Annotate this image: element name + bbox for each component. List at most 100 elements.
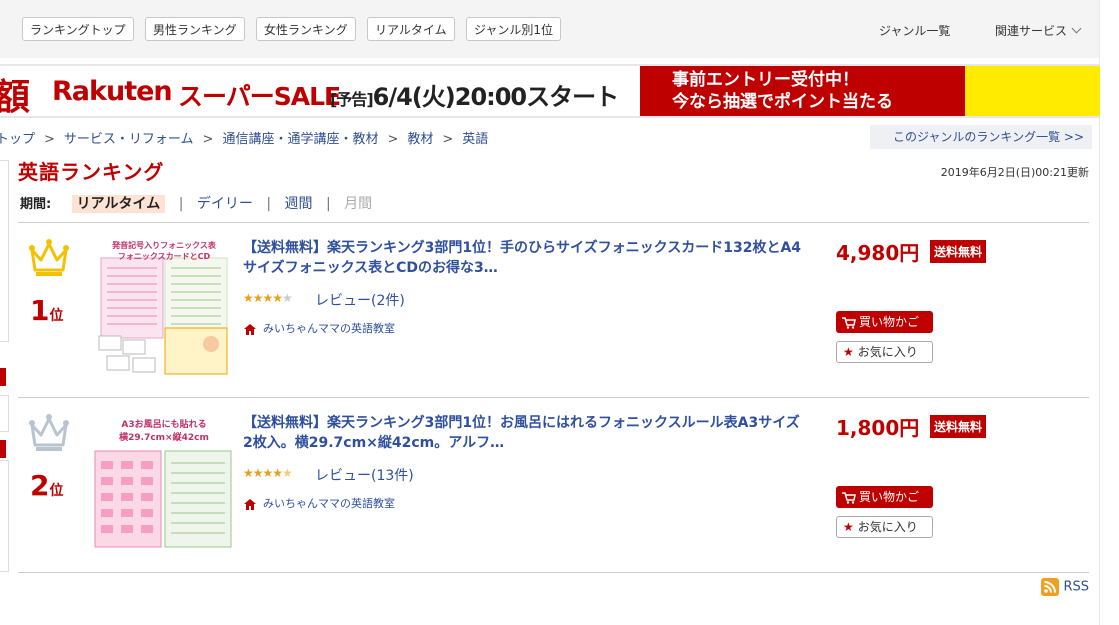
crown-gold-icon [29, 239, 69, 276]
thumb-caption-line2: 横29.7cm×縦42cm [119, 433, 209, 443]
star-icon: ★★★★ [243, 291, 283, 305]
banner-notice: [予告]6/4(火)20:00スタート [330, 77, 619, 112]
shop-name: みいちゃんママの英語教室 [263, 322, 395, 335]
shop-link-2[interactable]: みいちゃんママの英語教室 [243, 495, 395, 511]
rank-number: 2 [30, 469, 50, 502]
banner-promo-line2: 今なら抽選でポイント当たる [672, 92, 893, 112]
period-selector: 期間: リアルタイム | デイリー | 週間 | 月間 [20, 193, 372, 213]
period-sep: | [325, 196, 331, 212]
thumb-caption-2: A3お風呂にも貼れる 横29.7cm×縦42cm [93, 419, 235, 445]
breadcrumb-sep: > [202, 132, 214, 147]
thumb-caption-1: 発音記号入りフォニックス表 フォニックスカードとCD [93, 240, 235, 262]
nav-ranking-top[interactable]: ランキングトップ [22, 17, 134, 41]
breadcrumb-service-reform[interactable]: サービス・リフォーム [64, 132, 194, 147]
review-link-2[interactable]: レビュー(13件) [315, 465, 414, 485]
nav-genre-list[interactable]: ジャンル一覧 [879, 22, 950, 39]
thumb-caption-line1: A3お風呂にも貼れる [121, 420, 207, 430]
tab-weekly[interactable]: 週間 [285, 196, 313, 212]
cart-label: 買い物かご [859, 490, 920, 504]
breadcrumb: トップ > サービス・リフォーム > 通信講座・通学講座・教材 > 教材 > 英語 [0, 128, 488, 147]
breadcrumb-sep: > [442, 132, 454, 147]
divider [18, 222, 1089, 223]
tab-daily[interactable]: デイリー [197, 196, 253, 212]
rank-suffix: 位 [49, 483, 64, 499]
chevron-down-icon [1071, 23, 1082, 34]
nav-related-services[interactable]: 関連サービス [995, 22, 1082, 39]
star-icon: ★ [282, 291, 293, 305]
tab-monthly: 月間 [344, 196, 373, 212]
banner-kanji: 額 [0, 68, 30, 116]
thumb-caption-line1: 発音記号入りフォニックス表 [112, 241, 216, 250]
side-panel-red-tab [0, 440, 6, 458]
scrollbar[interactable] [1099, 0, 1119, 625]
star-half-icon: ★ [282, 466, 293, 480]
tab-realtime[interactable]: リアルタイム [71, 195, 166, 213]
nav-men-ranking[interactable]: 男性ランキング [145, 17, 245, 41]
nav-realtime[interactable]: リアルタイム [367, 17, 455, 41]
banner-promo: 事前エントリー受付中！ 今なら抽選でポイント当たる [640, 66, 965, 116]
breadcrumb-english[interactable]: 英語 [462, 132, 488, 147]
divider [18, 572, 1089, 573]
cart-icon [842, 491, 856, 504]
rss-label: RSS [1063, 579, 1089, 595]
favorite-button-1[interactable]: ★ お気に入り [836, 341, 933, 363]
period-label: 期間: [20, 197, 52, 212]
sale-banner[interactable]: 額 Rakuten スーパーSALE [予告]6/4(火)20:00スタート 事… [0, 64, 1100, 118]
rakuten-logo: Rakuten [52, 76, 173, 107]
breadcrumb-top[interactable]: トップ [0, 132, 35, 147]
banner-yellow-block [965, 66, 1100, 116]
breadcrumb-correspondence[interactable]: 通信講座・通学講座・教材 [222, 132, 378, 147]
period-sep: | [266, 196, 272, 212]
side-panel-red-tab [0, 368, 6, 386]
top-nav: ランキングトップ 男性ランキング 女性ランキング リアルタイム ジャンル別1位 … [0, 0, 1100, 58]
banner-sale-title: スーパーSALE [178, 82, 341, 111]
review-link-1[interactable]: レビュー(2件) [315, 290, 405, 310]
related-services-label: 関連サービス [995, 24, 1068, 38]
cart-icon [842, 316, 856, 329]
item-title-2[interactable]: 【送料無料】楽天ランキング3部門1位！お風呂にはれるフォニックスルール表A3サイ… [243, 413, 803, 453]
rss-icon-glyph [1044, 581, 1057, 593]
add-to-cart-button-2[interactable]: 買い物かご [836, 486, 933, 508]
fav-label: お気に入り [857, 520, 918, 534]
breadcrumb-sep: > [387, 132, 399, 147]
shop-house-icon [244, 498, 256, 510]
side-panel-edge [0, 395, 9, 432]
rss-link[interactable]: RSS [1041, 578, 1089, 596]
price-2: 1,800円 [836, 416, 920, 440]
rss-icon [1041, 578, 1060, 596]
period-sep: | [178, 196, 184, 212]
banner-promo-line1: 事前エントリー受付中！ [672, 70, 859, 90]
banner-notice-date: 6/4(火)20:00スタート [372, 83, 619, 111]
divider [18, 397, 1089, 398]
breadcrumb-materials[interactable]: 教材 [407, 132, 433, 147]
breadcrumb-sep: > [44, 132, 55, 147]
crown-silver-icon [29, 414, 69, 451]
genre-ranking-list-link[interactable]: このジャンルのランキング一覧 >> [870, 125, 1092, 149]
rank-2-label: 2位 [30, 469, 63, 502]
rank-suffix: 位 [49, 308, 64, 324]
product-image-2[interactable]: A3お風呂にも貼れる 横29.7cm×縦42cm [93, 411, 235, 553]
nav-women-ranking[interactable]: 女性ランキング [256, 17, 356, 41]
thumb-caption-line2: フォニックスカードとCD [117, 252, 211, 261]
rank-number: 1 [30, 294, 50, 327]
fav-label: お気に入り [857, 345, 918, 359]
star-icon: ★ [843, 345, 854, 359]
shop-link-1[interactable]: みいちゃんママの英語教室 [243, 320, 395, 336]
add-to-cart-button-1[interactable]: 買い物かご [836, 311, 933, 333]
item-title-1[interactable]: 【送料無料】楽天ランキング3部門1位！手のひらサイズフォニックスカード132枚と… [243, 238, 803, 278]
favorite-button-2[interactable]: ★ お気に入り [836, 516, 933, 538]
page-title: 英語ランキング [18, 160, 165, 184]
product-image-1[interactable]: 発音記号入りフォニックス表 フォニックスカードとCD [93, 236, 235, 378]
side-panel-edge [0, 460, 9, 572]
nav-genre-top[interactable]: ジャンル別1位 [466, 17, 562, 41]
rank-1-label: 1位 [30, 294, 63, 327]
side-panel-edge [0, 160, 9, 342]
free-shipping-badge: 送料無料 [930, 415, 987, 438]
free-shipping-badge: 送料無料 [930, 240, 987, 263]
rating-stars-2: ★★★★★ [243, 466, 293, 480]
shop-name: みいちゃんママの英語教室 [263, 497, 395, 510]
star-icon: ★ [843, 520, 854, 534]
star-icon: ★★★★ [243, 466, 283, 480]
banner-notice-bracket: [予告] [330, 90, 374, 109]
shop-house-icon [244, 323, 256, 335]
